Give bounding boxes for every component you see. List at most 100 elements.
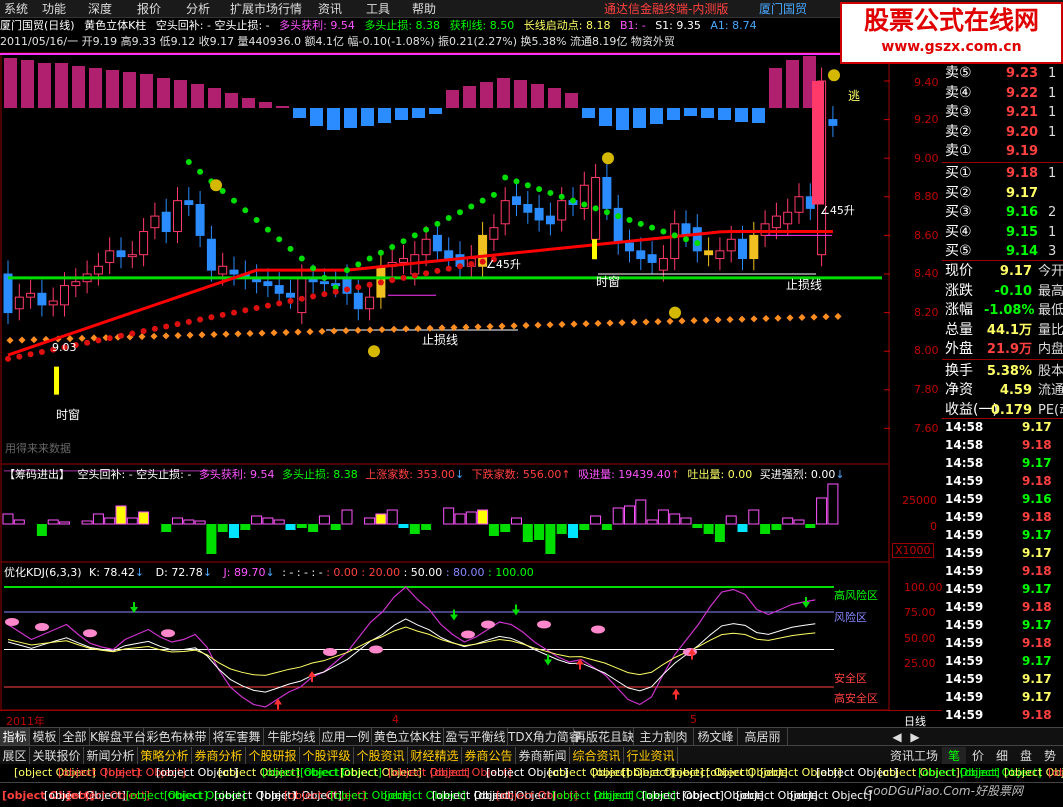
trade-time: 14:59	[945, 582, 984, 596]
indicator-tab[interactable]: 杨文峰	[694, 728, 738, 746]
chip-bar-down	[703, 524, 714, 534]
indicator-tab[interactable]: 应用一例	[320, 728, 372, 746]
bid-price: 9.17	[1006, 185, 1039, 201]
long-term-dot	[630, 318, 638, 326]
indicator-tab[interactable]: 再版花且缺	[574, 728, 634, 746]
chart-area[interactable]	[0, 52, 942, 710]
long-term-dot	[642, 318, 650, 326]
menu-item-analysis[interactable]: 分析	[186, 0, 210, 18]
sar-dot	[231, 197, 237, 204]
chip-bar-up	[669, 513, 681, 525]
x-axis-april: 4	[392, 713, 399, 726]
kdj-k: K: 78.42	[89, 566, 135, 579]
info-tab[interactable]: 行业资讯	[624, 747, 678, 765]
kdj-up-arrow	[672, 688, 680, 700]
indicator-tab[interactable]: 彩色布林带	[144, 728, 210, 746]
indicator-tab[interactable]: 将军害舞	[210, 728, 264, 746]
sar-dot-red	[208, 314, 215, 321]
indicator-tab[interactable]: K解盘平台	[90, 728, 146, 746]
info-tab[interactable]: 券商分析	[192, 747, 246, 765]
candle-body	[150, 215, 160, 229]
sar-dot-red	[118, 332, 124, 339]
main-kline-panel	[0, 52, 890, 472]
chip-bar-up	[183, 519, 195, 525]
info-tab[interactable]: 个股研报	[246, 747, 300, 765]
indicator-tab[interactable]: 全部	[60, 728, 90, 746]
right-tabs-label[interactable]: 资讯工场	[888, 747, 940, 765]
quote-tab[interactable]: 势	[1038, 747, 1062, 765]
info-tab[interactable]: 新闻分析	[84, 747, 138, 765]
zone-high-risk: 高风险区	[834, 589, 878, 602]
top-band-bar-down	[701, 108, 714, 118]
sar-dot	[310, 265, 317, 272]
trade-row: 14:59 9.18	[942, 562, 1063, 580]
ask-row-5: 卖⑤ 9.23 1	[942, 64, 1063, 84]
bid-label: 买②	[945, 184, 972, 201]
menu-item-tools[interactable]: 工具	[366, 0, 390, 18]
info-tab[interactable]: 关联报价	[30, 747, 84, 765]
chip-bar-up	[59, 521, 70, 525]
top-band-bar-up	[38, 63, 51, 108]
menu-item-quote[interactable]: 报价	[137, 0, 161, 18]
tab-scroll-left-icon[interactable]: ◀	[888, 728, 906, 746]
indicator-tab[interactable]: 盈亏平衡线	[444, 728, 508, 746]
candle-body	[365, 296, 375, 310]
long-term-dot	[786, 314, 794, 322]
menu-item-depth[interactable]: 深度	[88, 0, 112, 18]
chip-bar-down	[36, 524, 47, 536]
stat-value: -1.08%	[984, 303, 1035, 318]
chip-bar-up	[172, 517, 183, 525]
sar-dot	[423, 226, 430, 233]
long-term-dot	[822, 313, 830, 321]
info-tab[interactable]: 个股资讯	[354, 747, 408, 765]
chip-bar-down	[737, 524, 748, 532]
quote-tab[interactable]: 笔	[942, 747, 966, 765]
long-term-dot	[234, 330, 242, 338]
ask-volume: 1	[1048, 124, 1057, 140]
info-tab[interactable]: 策略分析	[138, 747, 192, 765]
quote-tab[interactable]: 细	[990, 747, 1014, 765]
indicator-tab[interactable]: TDX角力简睿	[508, 728, 581, 746]
info-tab[interactable]: 综合资讯	[570, 747, 624, 765]
sar-dot	[197, 168, 204, 175]
trade-row: 14:59 9.17	[942, 652, 1063, 670]
menu-item-help[interactable]: 帮助	[412, 0, 436, 18]
candle-body	[523, 204, 533, 213]
chip-tu-chu: 吐出量: 0.00	[687, 468, 753, 481]
menu-item-ext-market[interactable]: 扩展市场行情	[230, 0, 302, 18]
long-term-dot	[774, 314, 782, 322]
indicator-tab[interactable]: 黄色立体K柱	[372, 728, 444, 746]
ticker-value: [object Object]	[1048, 766, 1063, 779]
sar-dot	[660, 228, 667, 235]
top-band-bar-down	[429, 108, 442, 114]
info-tab[interactable]: 个股评级	[300, 747, 354, 765]
menu-item-system[interactable]: 系统	[4, 0, 28, 18]
top-band-bar-down	[752, 108, 765, 123]
indicator-tab[interactable]: 模板	[30, 728, 60, 746]
quote-tab[interactable]: 盘	[1014, 747, 1038, 765]
indicator-tab[interactable]: 高居丽	[738, 728, 788, 746]
long-term-dot	[366, 326, 374, 334]
chip-bar-up	[104, 517, 116, 525]
top-band-bar-up	[480, 82, 493, 108]
chip-xia-die: 下跌家数: 556.00	[471, 468, 562, 481]
menu-item-news[interactable]: 资讯	[318, 0, 342, 18]
info-tab[interactable]: 券商新闻	[516, 747, 570, 765]
tab-scroll-right-icon[interactable]: ▶	[906, 728, 924, 746]
info-tab[interactable]: 财经精选	[408, 747, 462, 765]
chip-xi-jin: 吸进量: 19439.40	[578, 468, 671, 481]
kdj-signal-marker	[83, 629, 97, 638]
top-band-bar-up	[106, 70, 119, 108]
info-tab[interactable]: 券商公告	[462, 747, 516, 765]
quote-tab[interactable]: 价	[966, 747, 990, 765]
trade-row: 14:59 9.18	[942, 634, 1063, 652]
indicator-tab[interactable]: 指标	[0, 728, 30, 746]
menu-item-function[interactable]: 功能	[42, 0, 66, 18]
indicator-tab[interactable]: 主力割肉	[634, 728, 694, 746]
indicator-tab[interactable]: 牛能均线	[264, 728, 320, 746]
chip-bar-up	[725, 515, 737, 525]
trade-time: 14:59	[945, 564, 984, 578]
sar-dot	[253, 216, 260, 223]
info-tab[interactable]: 展区	[0, 747, 30, 765]
bid-volume: 1	[1048, 166, 1057, 181]
